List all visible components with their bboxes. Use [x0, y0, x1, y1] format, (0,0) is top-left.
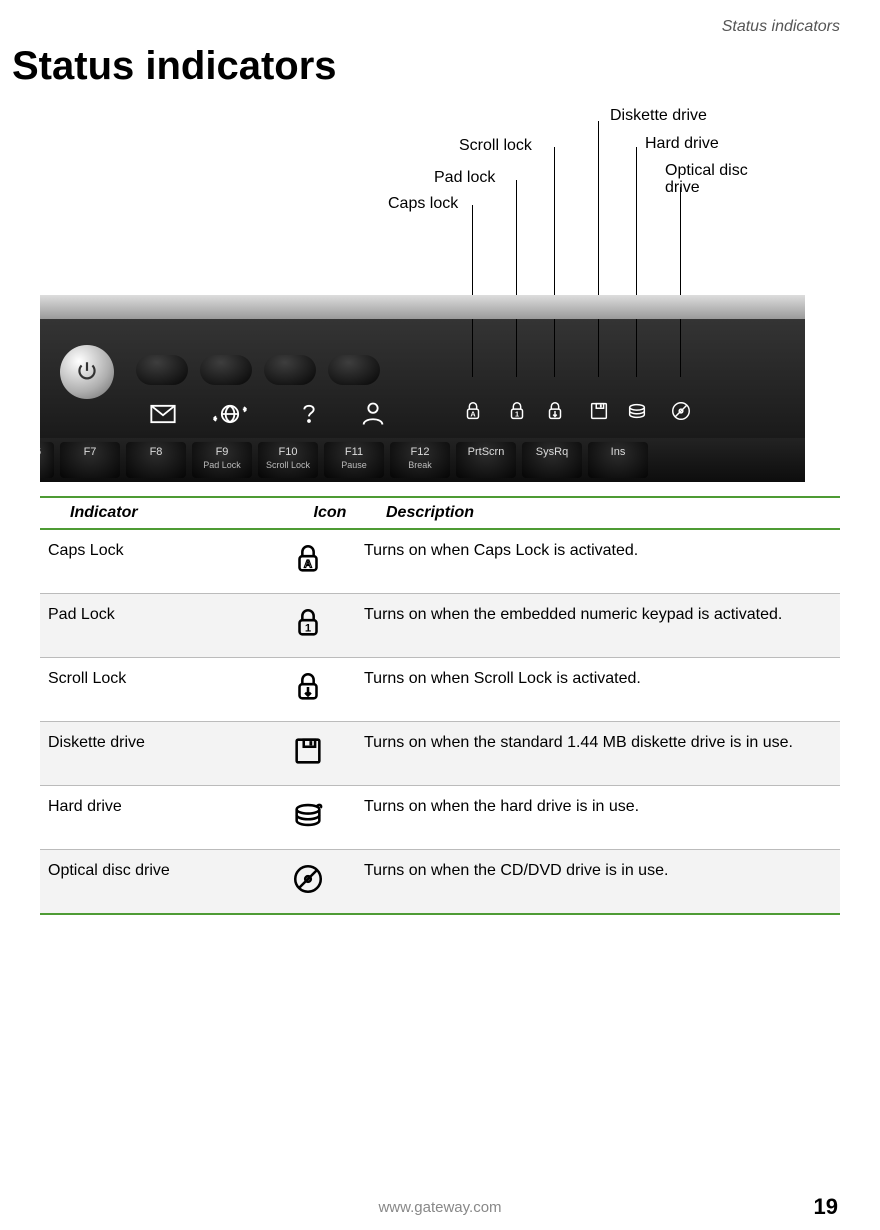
quick-button-2 [200, 355, 252, 385]
key-f9: F9Pad Lock [192, 442, 252, 478]
leader-diskette [598, 121, 599, 295]
diskette-led-icon [588, 400, 610, 422]
label-diskette: Diskette drive [610, 107, 707, 125]
row-desc: Turns on when the CD/DVD drive is in use… [358, 862, 840, 880]
table-row: Optical disc drive Turns on when the CD/… [40, 849, 840, 913]
table-row: Diskette drive Turns on when the standar… [40, 721, 840, 785]
quick-button-1 [136, 355, 188, 385]
globe-arrows-icon [210, 400, 250, 428]
th-icon: Icon [280, 504, 380, 522]
row-name: Hard drive [40, 798, 258, 816]
label-padlock: Pad lock [434, 169, 495, 187]
row-name: Scroll Lock [40, 670, 258, 688]
question-icon [294, 400, 324, 428]
leader-padlock [516, 180, 517, 295]
optical-led-icon [670, 400, 692, 422]
running-header: Status indicators [0, 0, 880, 36]
key-sysrq: SysRq [522, 442, 582, 478]
leader-optical [680, 187, 681, 295]
row-desc: Turns on when Scroll Lock is activated. [358, 670, 840, 688]
svg-text:A: A [304, 559, 312, 571]
scrolllock-icon [258, 670, 358, 709]
person-icon [358, 400, 388, 428]
optical-icon [258, 862, 358, 901]
leader-capslock [472, 205, 473, 295]
th-indicator: Indicator [40, 504, 280, 522]
padlock-led-icon: 1 [506, 400, 528, 422]
key-f10: F10Scroll Lock [258, 442, 318, 478]
keyboard-photo: A 1 6 F7 F8 F9Pad Lock F10Scroll Lock F1… [40, 295, 805, 482]
row-desc: Turns on when the embedded numeric keypa… [358, 606, 840, 624]
padlock-icon: 1 [258, 606, 358, 645]
key-f7: F7 [60, 442, 120, 478]
row-name: Pad Lock [40, 606, 258, 624]
th-description: Description [380, 504, 840, 522]
row-name: Caps Lock [40, 542, 258, 560]
label-harddrive: Hard drive [645, 135, 719, 153]
key-ins: Ins [588, 442, 648, 478]
table-row: Scroll Lock Turns on when Scroll Lock is… [40, 657, 840, 721]
key-f8: F8 [126, 442, 186, 478]
function-key-row: 6 F7 F8 F9Pad Lock F10Scroll Lock F11Pau… [40, 438, 805, 482]
key-6: 6 [40, 442, 54, 478]
harddrive-led-icon [626, 400, 648, 422]
footer-url: www.gateway.com [0, 1199, 880, 1216]
label-capslock: Caps lock [388, 195, 458, 213]
leader-scrolllock [554, 147, 555, 295]
label-optical-1: Optical disc [665, 162, 748, 180]
diskette-icon [258, 734, 358, 773]
quick-button-3 [264, 355, 316, 385]
indicator-table: Indicator Icon Description Caps Lock A T… [40, 496, 840, 915]
row-desc: Turns on when the hard drive is in use. [358, 798, 840, 816]
capslock-icon: A [258, 542, 358, 581]
table-row: Caps Lock A Turns on when Caps Lock is a… [40, 528, 840, 593]
leader-harddrive [636, 147, 637, 295]
row-desc: Turns on when the standard 1.44 MB diske… [358, 734, 840, 752]
capslock-led-icon: A [462, 400, 484, 422]
row-name: Diskette drive [40, 734, 258, 752]
harddrive-icon [258, 798, 358, 837]
table-row: Pad Lock 1 Turns on when the embedded nu… [40, 593, 840, 657]
page-number: 19 [814, 1194, 838, 1220]
row-desc: Turns on when Caps Lock is activated. [358, 542, 840, 560]
key-f11: F11Pause [324, 442, 384, 478]
svg-text:A: A [470, 410, 476, 419]
quick-button-4 [328, 355, 380, 385]
label-optical-2: drive [665, 179, 700, 197]
svg-text:1: 1 [305, 623, 311, 635]
figure-leader-lines [40, 217, 840, 295]
svg-text:1: 1 [515, 410, 519, 419]
power-button-icon [60, 345, 114, 399]
page-title: Status indicators [12, 44, 880, 89]
mail-icon [148, 400, 178, 428]
label-scrolllock: Scroll lock [459, 137, 532, 155]
row-name: Optical disc drive [40, 862, 258, 880]
figure-labels: Diskette drive Hard drive Scroll lock Op… [40, 107, 840, 217]
key-prtscrn: PrtScrn [456, 442, 516, 478]
scrolllock-led-icon [544, 400, 566, 422]
table-row: Hard drive Turns on when the hard drive … [40, 785, 840, 849]
key-f12: F12Break [390, 442, 450, 478]
